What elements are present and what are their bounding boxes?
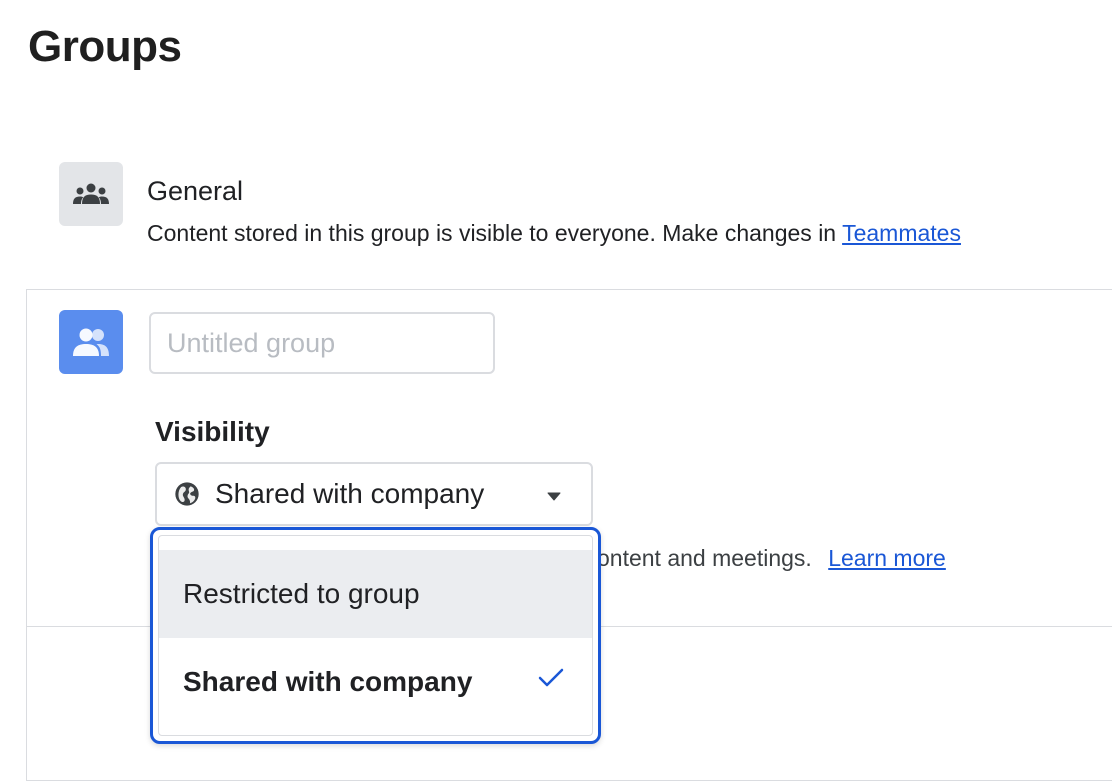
globe-icon: [175, 482, 199, 506]
visibility-select[interactable]: Shared with company: [155, 462, 593, 526]
general-group-description-text: Content stored in this group is visible …: [147, 220, 837, 246]
group-name-input[interactable]: [149, 312, 495, 374]
general-group-name: General: [147, 176, 244, 206]
option-label: Shared with company: [183, 666, 473, 697]
caret-down-icon: [547, 492, 561, 501]
general-group-avatar: [59, 162, 123, 226]
option-restricted-to-group[interactable]: Restricted to group: [159, 550, 592, 638]
visibility-dropdown-list: Restricted to group Shared with company: [158, 535, 593, 736]
teammates-link[interactable]: Teammates: [842, 220, 961, 246]
option-shared-with-company[interactable]: Shared with company: [159, 638, 592, 726]
visibility-helper-text-content: ontent and meetings.: [597, 545, 812, 571]
new-group-avatar[interactable]: [59, 310, 123, 374]
visibility-label: Visibility: [155, 416, 270, 447]
people-icon: [73, 328, 109, 356]
visibility-select-value: Shared with company: [215, 478, 485, 509]
general-group-description: Content stored in this group is visible …: [147, 220, 961, 247]
visibility-helper-text: ontent and meetings. Learn more: [597, 545, 946, 572]
visibility-dropdown-menu: Restricted to group Shared with company: [150, 527, 601, 744]
checkmark-icon: [538, 668, 564, 687]
learn-more-link[interactable]: Learn more: [828, 545, 946, 571]
people-group-icon: [73, 183, 109, 204]
option-label: Restricted to group: [183, 578, 420, 609]
page-title: Groups: [28, 22, 182, 71]
